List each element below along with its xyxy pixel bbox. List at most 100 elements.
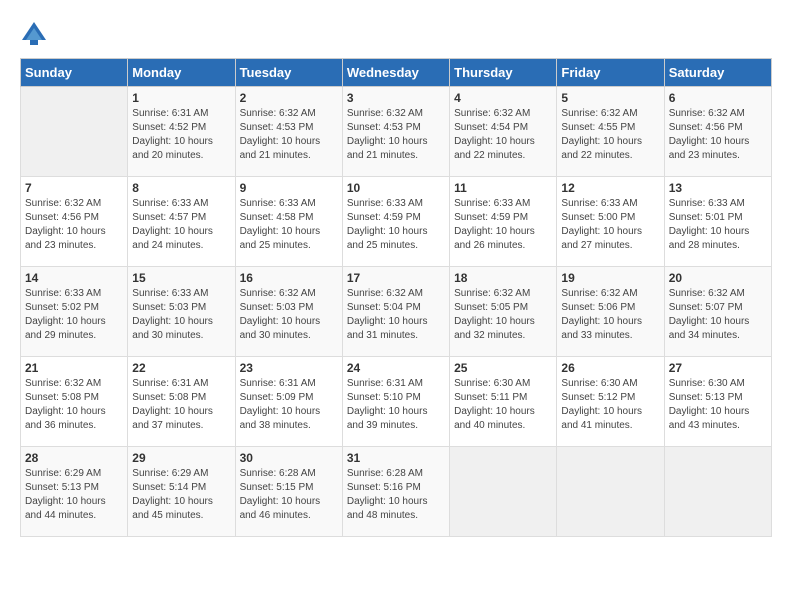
day-cell: 8 Sunrise: 6:33 AMSunset: 4:57 PMDaylight…	[128, 177, 235, 267]
day-number: 28	[25, 451, 123, 465]
day-number: 31	[347, 451, 445, 465]
day-info: Sunrise: 6:33 AMSunset: 5:00 PMDaylight:…	[561, 197, 659, 253]
day-number: 30	[240, 451, 338, 465]
page-header	[20, 20, 772, 48]
day-cell: 16Sunrise: 6:32 AMSunset: 5:03 PMDayligh…	[235, 267, 342, 357]
day-info: Sunrise: 6:32 AMSunset: 5:04 PMDaylight:…	[347, 287, 445, 343]
day-number: 5	[561, 91, 659, 105]
weekday-header-friday: Friday	[557, 59, 664, 87]
weekday-header-saturday: Saturday	[664, 59, 771, 87]
day-info: Sunrise: 6:29 AMSunset: 5:13 PMDaylight:…	[25, 467, 123, 523]
day-cell: 28 Sunrise: 6:29 AMSunset: 5:13 PMDayligh…	[21, 447, 128, 537]
day-info: Sunrise: 6:33 AMSunset: 5:03 PMDaylight:…	[132, 287, 230, 343]
day-info: Sunrise: 6:29 AMSunset: 5:14 PMDaylight:…	[132, 467, 230, 523]
day-number: 14	[25, 271, 123, 285]
day-info: Sunrise: 6:31 AMSunset: 5:08 PMDaylight:…	[132, 377, 230, 433]
day-info: Sunrise: 6:32 AMSunset: 4:53 PMDaylight:…	[347, 107, 445, 163]
day-number: 21	[25, 361, 123, 375]
day-cell: 22 Sunrise: 6:31 AMSunset: 5:08 PMDayligh…	[128, 357, 235, 447]
day-number: 22	[132, 361, 230, 375]
day-cell: 3 Sunrise: 6:32 AMSunset: 4:53 PMDaylight…	[342, 87, 449, 177]
day-info: Sunrise: 6:32 AMSunset: 4:56 PMDaylight:…	[25, 197, 123, 253]
day-cell: 6 Sunrise: 6:32 AMSunset: 4:56 PMDaylight…	[664, 87, 771, 177]
day-cell: 18 Sunrise: 6:32 AMSunset: 5:05 PMDayligh…	[450, 267, 557, 357]
day-info: Sunrise: 6:30 AMSunset: 5:11 PMDaylight:…	[454, 377, 552, 433]
day-info: Sunrise: 6:33 AMSunset: 5:02 PMDaylight:…	[25, 287, 123, 343]
day-number: 23	[240, 361, 338, 375]
calendar-table: SundayMondayTuesdayWednesdayThursdayFrid…	[20, 58, 772, 537]
day-info: Sunrise: 6:31 AMSunset: 5:10 PMDaylight:…	[347, 377, 445, 433]
day-cell	[557, 447, 664, 537]
weekday-header-wednesday: Wednesday	[342, 59, 449, 87]
day-number: 11	[454, 181, 552, 195]
day-info: Sunrise: 6:33 AMSunset: 4:59 PMDaylight:…	[454, 197, 552, 253]
day-info: Sunrise: 6:33 AMSunset: 4:58 PMDaylight:…	[240, 197, 338, 253]
day-info: Sunrise: 6:30 AMSunset: 5:13 PMDaylight:…	[669, 377, 767, 433]
day-number: 13	[669, 181, 767, 195]
day-info: Sunrise: 6:32 AMSunset: 4:56 PMDaylight:…	[669, 107, 767, 163]
day-number: 4	[454, 91, 552, 105]
week-row-2: 7 Sunrise: 6:32 AMSunset: 4:56 PMDaylight…	[21, 177, 772, 267]
day-number: 3	[347, 91, 445, 105]
day-number: 20	[669, 271, 767, 285]
day-info: Sunrise: 6:30 AMSunset: 5:12 PMDaylight:…	[561, 377, 659, 433]
day-info: Sunrise: 6:32 AMSunset: 4:53 PMDaylight:…	[240, 107, 338, 163]
day-cell: 1 Sunrise: 6:31 AMSunset: 4:52 PMDaylight…	[128, 87, 235, 177]
weekday-header-row: SundayMondayTuesdayWednesdayThursdayFrid…	[21, 59, 772, 87]
day-info: Sunrise: 6:32 AMSunset: 4:55 PMDaylight:…	[561, 107, 659, 163]
day-number: 8	[132, 181, 230, 195]
day-cell: 17 Sunrise: 6:32 AMSunset: 5:04 PMDayligh…	[342, 267, 449, 357]
day-cell	[450, 447, 557, 537]
day-cell: 26Sunrise: 6:30 AMSunset: 5:12 PMDayligh…	[557, 357, 664, 447]
day-info: Sunrise: 6:32 AMSunset: 5:08 PMDaylight:…	[25, 377, 123, 433]
day-number: 10	[347, 181, 445, 195]
day-cell: 15 Sunrise: 6:33 AMSunset: 5:03 PMDayligh…	[128, 267, 235, 357]
day-number: 1	[132, 91, 230, 105]
day-info: Sunrise: 6:32 AMSunset: 5:03 PMDaylight:…	[240, 287, 338, 343]
logo	[20, 20, 50, 48]
day-cell	[664, 447, 771, 537]
day-info: Sunrise: 6:32 AMSunset: 5:05 PMDaylight:…	[454, 287, 552, 343]
day-info: Sunrise: 6:33 AMSunset: 4:57 PMDaylight:…	[132, 197, 230, 253]
day-info: Sunrise: 6:31 AMSunset: 4:52 PMDaylight:…	[132, 107, 230, 163]
day-cell: 11 Sunrise: 6:33 AMSunset: 4:59 PMDayligh…	[450, 177, 557, 267]
weekday-header-tuesday: Tuesday	[235, 59, 342, 87]
day-cell: 27 Sunrise: 6:30 AMSunset: 5:13 PMDayligh…	[664, 357, 771, 447]
day-cell: 29Sunrise: 6:29 AMSunset: 5:14 PMDayligh…	[128, 447, 235, 537]
logo-icon	[20, 20, 48, 48]
week-row-3: 14 Sunrise: 6:33 AMSunset: 5:02 PMDayligh…	[21, 267, 772, 357]
day-info: Sunrise: 6:28 AMSunset: 5:15 PMDaylight:…	[240, 467, 338, 523]
day-number: 15	[132, 271, 230, 285]
day-number: 7	[25, 181, 123, 195]
day-cell: 12 Sunrise: 6:33 AMSunset: 5:00 PMDayligh…	[557, 177, 664, 267]
weekday-header-thursday: Thursday	[450, 59, 557, 87]
week-row-4: 21 Sunrise: 6:32 AMSunset: 5:08 PMDayligh…	[21, 357, 772, 447]
day-cell: 14 Sunrise: 6:33 AMSunset: 5:02 PMDayligh…	[21, 267, 128, 357]
day-number: 25	[454, 361, 552, 375]
weekday-header-sunday: Sunday	[21, 59, 128, 87]
day-number: 27	[669, 361, 767, 375]
day-cell: 21 Sunrise: 6:32 AMSunset: 5:08 PMDayligh…	[21, 357, 128, 447]
day-info: Sunrise: 6:32 AMSunset: 5:06 PMDaylight:…	[561, 287, 659, 343]
day-number: 18	[454, 271, 552, 285]
day-number: 12	[561, 181, 659, 195]
day-cell: 30 Sunrise: 6:28 AMSunset: 5:15 PMDayligh…	[235, 447, 342, 537]
day-number: 17	[347, 271, 445, 285]
day-info: Sunrise: 6:32 AMSunset: 4:54 PMDaylight:…	[454, 107, 552, 163]
day-cell: 9 Sunrise: 6:33 AMSunset: 4:58 PMDaylight…	[235, 177, 342, 267]
day-cell: 13 Sunrise: 6:33 AMSunset: 5:01 PMDayligh…	[664, 177, 771, 267]
day-cell	[21, 87, 128, 177]
day-number: 9	[240, 181, 338, 195]
day-number: 24	[347, 361, 445, 375]
day-cell: 31Sunrise: 6:28 AMSunset: 5:16 PMDayligh…	[342, 447, 449, 537]
day-cell: 23Sunrise: 6:31 AMSunset: 5:09 PMDayligh…	[235, 357, 342, 447]
day-number: 6	[669, 91, 767, 105]
day-cell: 10Sunrise: 6:33 AMSunset: 4:59 PMDayligh…	[342, 177, 449, 267]
day-cell: 4 Sunrise: 6:32 AMSunset: 4:54 PMDaylight…	[450, 87, 557, 177]
week-row-1: 1 Sunrise: 6:31 AMSunset: 4:52 PMDaylight…	[21, 87, 772, 177]
day-info: Sunrise: 6:33 AMSunset: 5:01 PMDaylight:…	[669, 197, 767, 253]
day-cell: 19 Sunrise: 6:32 AMSunset: 5:06 PMDayligh…	[557, 267, 664, 357]
day-number: 2	[240, 91, 338, 105]
day-number: 19	[561, 271, 659, 285]
day-info: Sunrise: 6:32 AMSunset: 5:07 PMDaylight:…	[669, 287, 767, 343]
